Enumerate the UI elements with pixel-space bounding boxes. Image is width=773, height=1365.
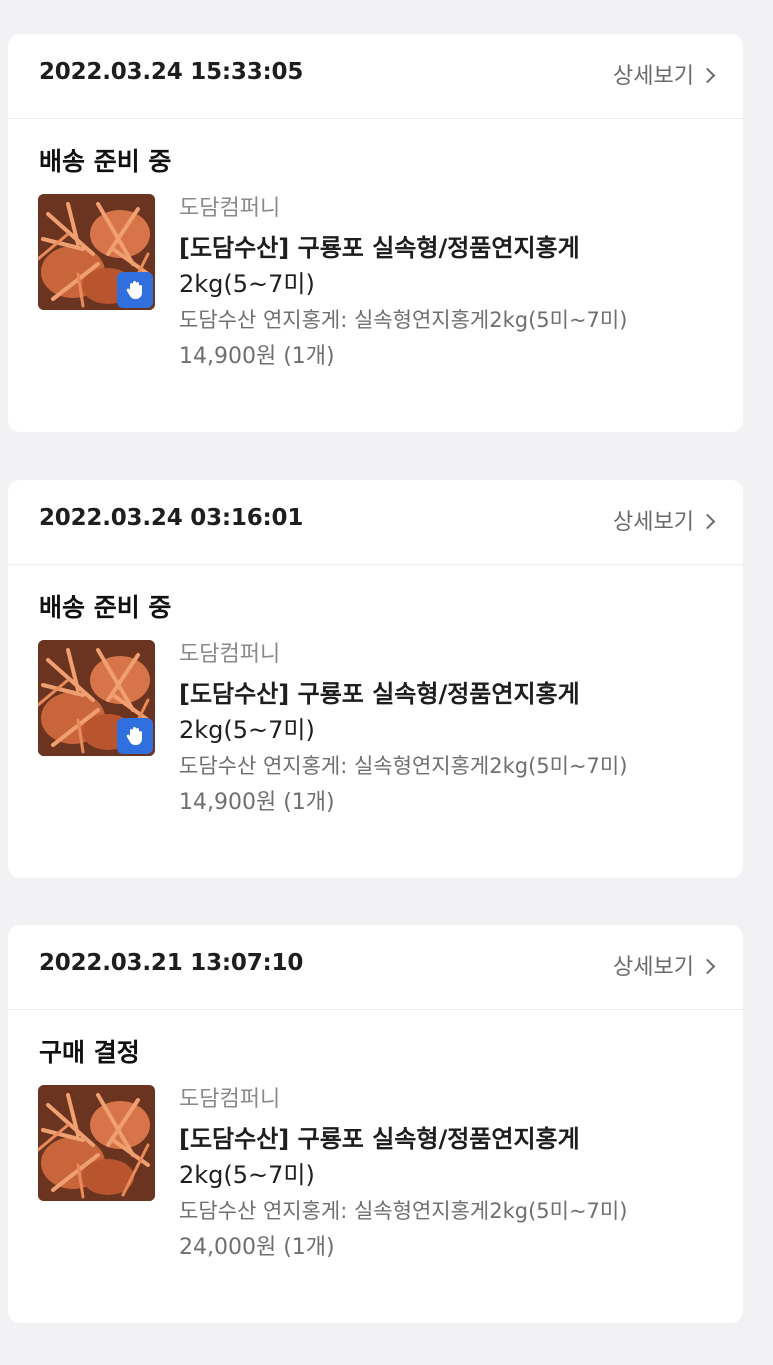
order-status: 구매 결정: [39, 1038, 140, 1067]
order-card: 2022.03.24 15:33:05 상세보기 배송 준비 중 도담컴퍼니 […: [8, 34, 743, 432]
product-name-size: 2kg(5~7미): [179, 716, 315, 744]
product-info: 도담컴퍼니 [도담수산] 구룡포 실속형/정품연지홍게 2kg(5~7미) 도담…: [179, 638, 709, 820]
product-price: 14,900원 (1개): [179, 344, 335, 369]
hand-wave-icon: [117, 718, 153, 754]
order-date: 2022.03.24 03:16:01: [39, 505, 304, 531]
product-info: 도담컴퍼니 [도담수산] 구룡포 실속형/정품연지홍게 2kg(5~7미) 도담…: [179, 192, 709, 374]
chevron-right-icon: [699, 513, 716, 529]
view-details-label[interactable]: 상세보기: [613, 58, 694, 90]
order-header: 2022.03.24 15:33:05 상세보기: [8, 34, 743, 119]
product-price: 14,900원 (1개): [179, 790, 335, 815]
order-card: 2022.03.21 13:07:10 상세보기 구매 결정 도담컴퍼니 [도담…: [8, 925, 743, 1323]
product-name-size: 2kg(5~7미): [179, 1161, 315, 1189]
view-details-link[interactable]: 상세보기: [613, 58, 716, 90]
product-thumbnail[interactable]: [38, 194, 155, 310]
chevron-right-icon: [699, 958, 716, 974]
product-option: 도담수산 연지홍게: 실속형연지홍게2kg(5미~7미): [179, 754, 628, 778]
product-info: 도담컴퍼니 [도담수산] 구룡포 실속형/정품연지홍게 2kg(5~7미) 도담…: [179, 1083, 709, 1265]
order-card: 2022.03.24 03:16:01 상세보기 배송 준비 중 도담컴퍼니 […: [8, 480, 743, 878]
order-header: 2022.03.24 03:16:01 상세보기: [8, 480, 743, 565]
product-name[interactable]: [도담수산] 구룡포 실속형/정품연지홍게 2kg(5~7미): [179, 676, 709, 748]
product-option: 도담수산 연지홍게: 실속형연지홍게2kg(5미~7미): [179, 308, 628, 332]
seller-name: 도담컴퍼니: [179, 642, 281, 667]
product-name-main: [도담수산] 구룡포 실속형/정품연지홍게: [179, 1125, 580, 1153]
product-thumbnail[interactable]: [38, 640, 155, 756]
product-name-main: [도담수산] 구룡포 실속형/정품연지홍게: [179, 234, 580, 262]
product-name-main: [도담수산] 구룡포 실속형/정품연지홍게: [179, 680, 580, 708]
order-date: 2022.03.21 13:07:10: [39, 950, 304, 976]
seller-name: 도담컴퍼니: [179, 1087, 281, 1112]
order-date: 2022.03.24 15:33:05: [39, 59, 304, 85]
product-name[interactable]: [도담수산] 구룡포 실속형/정품연지홍게 2kg(5~7미): [179, 230, 709, 302]
crab-photo: [38, 1085, 155, 1201]
view-details-link[interactable]: 상세보기: [613, 504, 716, 536]
order-status: 배송 준비 중: [39, 593, 172, 622]
view-details-label[interactable]: 상세보기: [613, 949, 694, 981]
view-details-link[interactable]: 상세보기: [613, 949, 716, 981]
product-name[interactable]: [도담수산] 구룡포 실속형/정품연지홍게 2kg(5~7미): [179, 1121, 709, 1193]
order-status: 배송 준비 중: [39, 147, 172, 176]
product-option: 도담수산 연지홍게: 실속형연지홍게2kg(5미~7미): [179, 1199, 628, 1223]
view-details-label[interactable]: 상세보기: [613, 504, 694, 536]
order-header: 2022.03.21 13:07:10 상세보기: [8, 925, 743, 1010]
product-price: 24,000원 (1개): [179, 1235, 335, 1260]
product-thumbnail[interactable]: [38, 1085, 155, 1201]
product-name-size: 2kg(5~7미): [179, 270, 315, 298]
hand-wave-icon: [117, 272, 153, 308]
chevron-right-icon: [699, 67, 716, 83]
seller-name: 도담컴퍼니: [179, 196, 281, 221]
